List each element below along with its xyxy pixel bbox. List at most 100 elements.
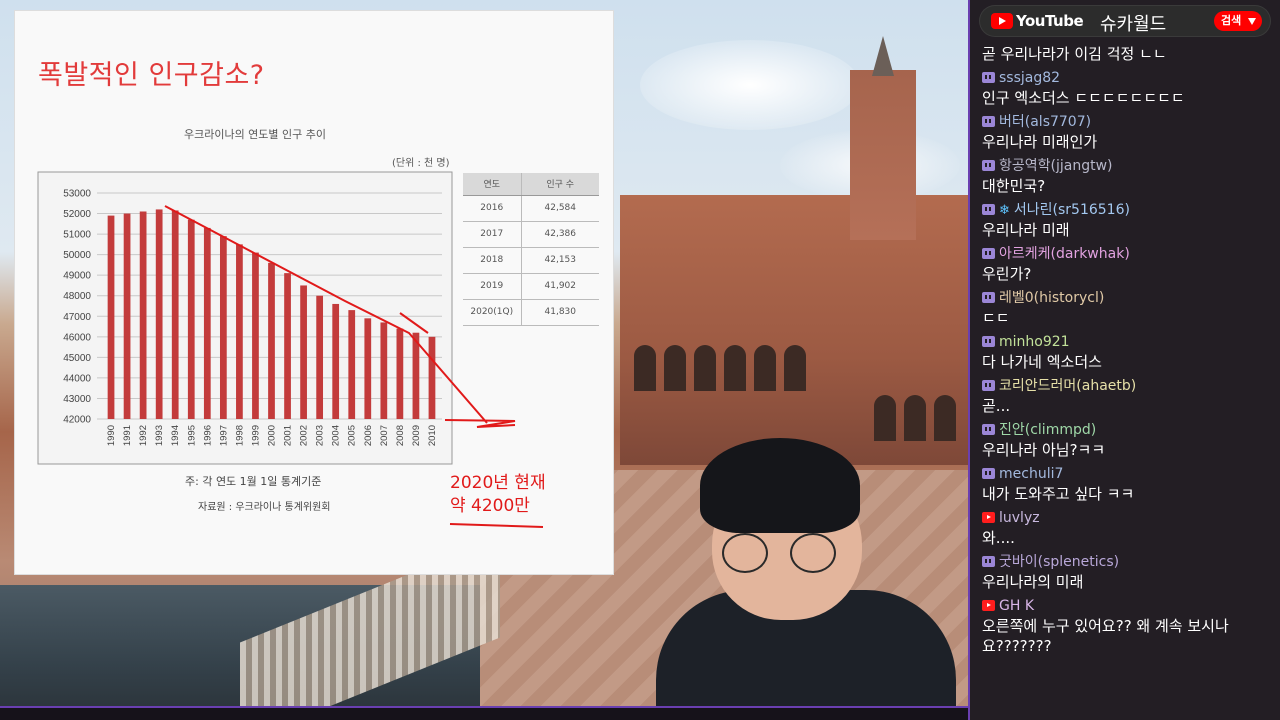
x-axis: 1990 1991 1992 1993 1994 1995 1996 1997 1998 1999… (106, 425, 438, 446)
x-tick-label: 2000 (267, 425, 278, 446)
chat-author[interactable]: sssjag82 (982, 68, 1276, 88)
bar (268, 262, 275, 419)
y-tick-label: 48000 (63, 291, 91, 302)
arch (694, 345, 716, 391)
tower (850, 70, 916, 240)
x-tick-label: 1991 (122, 425, 133, 446)
glasses-lens (722, 533, 768, 573)
chat-author-name: GH K (999, 598, 1035, 614)
twitch-badge-icon (982, 204, 995, 215)
y-tick-label: 44000 (63, 373, 91, 384)
chat-author-name: 레벨0(historycl) (999, 290, 1105, 306)
twitch-badge-icon (982, 468, 995, 479)
population-bar-chart: 42000 43000 44000 45000 46000 47000 48000 49000… (37, 171, 453, 465)
presentation-slide: 폭발적인 인구감소? 우크라이나의 연도별 인구 추이 (단위 : 천 명) 4… (14, 10, 614, 575)
x-tick-label: 1996 (202, 425, 213, 446)
table-row: 2016 42,584 (463, 195, 599, 222)
population-table: 연도 인구 수 2016 42,584 2017 42,386 2018 42,153… (463, 173, 599, 326)
chat-author[interactable]: 항공역학(jjangtw) (982, 156, 1276, 176)
table-header-year: 연도 (463, 173, 522, 196)
dropdown-arrow-icon (1248, 18, 1256, 25)
bar (284, 273, 291, 419)
bar (123, 213, 131, 419)
chat-message: mechuli7 내가 도와주고 싶다 ㅋㅋ (982, 464, 1276, 504)
bar (219, 236, 227, 419)
youtube-logo-icon (991, 13, 1013, 29)
chat-message-list[interactable]: 곧 우리나라가 이김 걱정 ㄴㄴ sssjag82 인구 엑소더스 ㄷㄷㄷㄷㄷㄷㄷㄷ… (982, 44, 1276, 660)
table-row: 2017 42,386 (463, 221, 599, 248)
chat-message: 레벨0(historycl) ㄷㄷ (982, 288, 1276, 328)
arch (754, 345, 776, 391)
bar (364, 318, 372, 419)
x-tick-label: 1999 (250, 425, 261, 446)
bar (300, 285, 307, 419)
chat-author-name: sssjag82 (999, 70, 1061, 86)
bar (155, 209, 163, 419)
bar (236, 244, 243, 419)
chat-author[interactable]: mechuli7 (982, 464, 1276, 484)
chat-author[interactable]: 버터(als7707) (982, 112, 1276, 132)
chat-author[interactable]: ❄ 서나린(sr516516) (982, 200, 1276, 220)
chat-author-name: 굿바이(splenetics) (999, 554, 1120, 570)
x-tick-label: 2010 (427, 425, 438, 446)
bottom-bar (0, 706, 968, 720)
chat-text: 우리나라 아님?ㅋㅋ (982, 441, 1106, 459)
chat-text: 우린가? (982, 265, 1032, 283)
y-tick-label: 46000 (63, 332, 91, 343)
x-tick-label: 2005 (347, 425, 358, 446)
tower-spire (872, 36, 894, 76)
search-button[interactable]: 검색 (1214, 11, 1262, 31)
chat-message: 버터(als7707) 우리나라 미래인가 (982, 112, 1276, 152)
chat-text: 오른쪽에 누구 있어요?? 왜 계속 보시나 요??????? (982, 617, 1229, 655)
y-tick-label: 51000 (63, 230, 91, 241)
chat-text: ㄷㄷ (982, 309, 1010, 327)
chat-author[interactable]: 코리안드러머(ahaetb) (982, 376, 1276, 396)
twitch-badge-icon (982, 556, 995, 567)
chat-message: 굿바이(splenetics) 우리나라의 미래 (982, 552, 1276, 592)
chat-message: 진안(climmpd) 우리나라 아님?ㅋㅋ (982, 420, 1276, 460)
chat-author[interactable]: 레벨0(historycl) (982, 288, 1276, 308)
chat-message: 곧 우리나라가 이김 걱정 ㄴㄴ (982, 44, 1276, 64)
annotation-line: 약 4200만 (450, 496, 530, 516)
presenter-hair (700, 438, 860, 533)
x-tick-label: 2001 (283, 425, 294, 446)
bar (187, 219, 195, 419)
chat-message: GH K 오른쪽에 누구 있어요?? 왜 계속 보시나 요??????? (982, 596, 1276, 656)
chat-author[interactable]: 진안(climmpd) (982, 420, 1276, 440)
chat-message: 아르케케(darkwhak) 우린가? (982, 244, 1276, 284)
x-tick-label: 2004 (331, 425, 342, 446)
twitch-badge-icon (982, 380, 995, 391)
x-tick-label: 1995 (186, 425, 197, 446)
chat-author[interactable]: luvlyz (982, 508, 1276, 528)
chat-text: 우리나라 미래인가 (982, 133, 1098, 151)
table-cell-population: 41,830 (521, 299, 599, 326)
x-tick-label: 1997 (218, 425, 229, 446)
youtube-badge-icon (982, 600, 995, 611)
chat-message: 코리안드러머(ahaetb) 곧... (982, 376, 1276, 416)
y-tick-label: 47000 (63, 312, 91, 323)
x-tick-label: 2003 (315, 425, 326, 446)
chat-author[interactable]: minho921 (982, 332, 1276, 352)
stream-screen: 폭발적인 인구감소? 우크라이나의 연도별 인구 추이 (단위 : 천 명) 4… (0, 0, 1280, 720)
chart-title: 우크라이나의 연도별 인구 추이 (183, 128, 327, 141)
cloud (640, 40, 860, 130)
youtube-badge-icon (982, 512, 995, 523)
chat-text: 인구 엑소더스 ㄷㄷㄷㄷㄷㄷㄷㄷ (982, 89, 1185, 107)
chat-author[interactable]: GH K (982, 596, 1276, 616)
chat-author[interactable]: 굿바이(splenetics) (982, 552, 1276, 572)
chat-author-name: 코리안드러머(ahaetb) (999, 378, 1137, 394)
arch (934, 395, 956, 441)
platform-label: YouTube (1016, 12, 1084, 30)
arch (664, 345, 686, 391)
chat-author-name: 버터(als7707) (999, 114, 1092, 130)
chat-message: luvlyz 와.... (982, 508, 1276, 548)
bar (139, 211, 147, 419)
chart-unit: (단위 : 천 명) (392, 158, 450, 169)
chat-text: 와.... (982, 529, 1015, 547)
bar (203, 227, 211, 419)
chat-message: sssjag82 인구 엑소더스 ㄷㄷㄷㄷㄷㄷㄷㄷ (982, 68, 1276, 108)
x-tick-label: 2009 (411, 425, 422, 446)
x-tick-label: 2008 (395, 425, 406, 446)
chat-author[interactable]: 아르케케(darkwhak) (982, 244, 1276, 264)
x-tick-label: 1992 (138, 425, 149, 446)
